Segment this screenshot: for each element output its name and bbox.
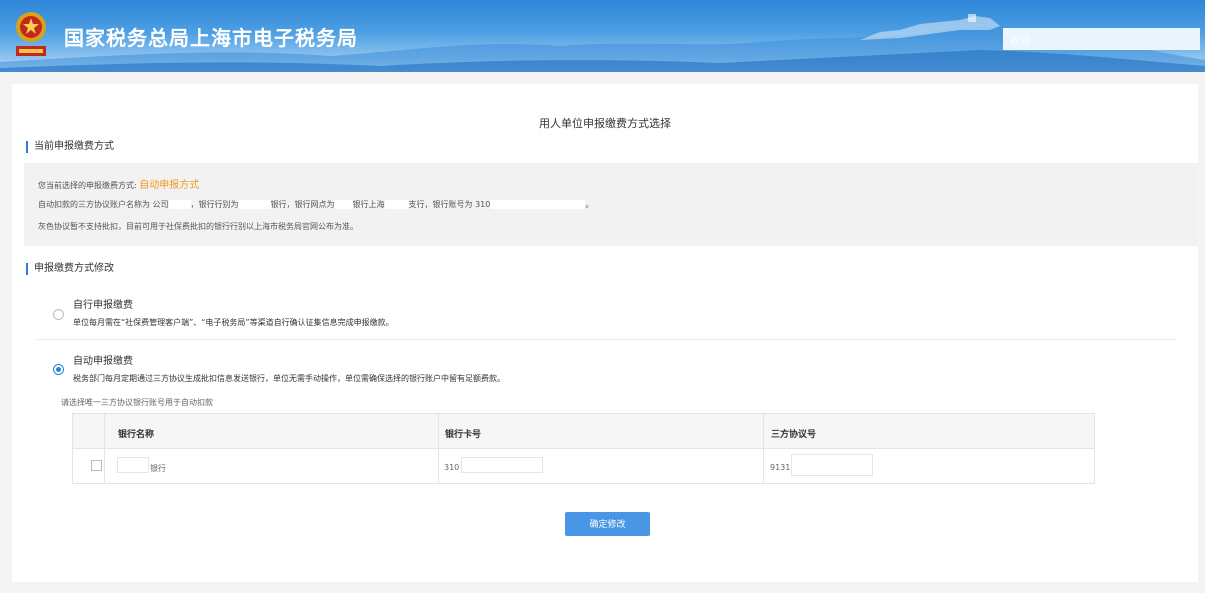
option-self-declare-desc: 单位每月需在“社保费管理客户端”、“电子税务局”等渠道自行确认征集信息完成申报缴… xyxy=(73,318,394,327)
card-number-cell: 310 xyxy=(444,463,460,472)
bank-account-text: 支行，银行账号为 310 xyxy=(408,200,491,209)
account-info-line: 自动扣款的三方协议账户名称为 公司 ，银行行别为 银行，银行网点为 银行上海 支行，银行… xyxy=(38,199,593,210)
option-self-declare-title[interactable]: 自行申报缴费 xyxy=(73,296,133,311)
redacted-mask xyxy=(461,457,543,473)
agreement-number-cell: 9131 xyxy=(770,463,791,472)
tax-emblem-icon xyxy=(16,12,46,56)
column-header-card-number: 银行卡号 xyxy=(445,430,482,440)
option-auto-declare-title[interactable]: 自动申报缴费 xyxy=(73,352,133,367)
redacted-mask xyxy=(117,457,149,473)
column-divider xyxy=(104,414,105,483)
user-info-box xyxy=(1003,28,1200,50)
current-method-value: 自动申报方式 xyxy=(139,180,200,191)
note-line: 灰色协议暂不支持批扣，目前可用于社保费批扣的银行行别以上海市税务局官网公布为准。 xyxy=(38,222,358,231)
bank-type-text: ，银行行别为 xyxy=(190,200,239,209)
bank-city-text: 银行上海 xyxy=(352,200,385,209)
site-title: 国家税务总局上海市电子税务局 xyxy=(64,26,358,50)
radio-auto-declare[interactable] xyxy=(53,364,64,375)
welcome-text: 欢迎 xyxy=(1010,36,1030,47)
column-divider xyxy=(438,414,439,483)
bank-branch-text: 银行，银行网点为 xyxy=(270,200,335,209)
redacted-mask xyxy=(791,454,873,476)
redacted-mask xyxy=(490,200,586,209)
bank-account-table: 银行名称 银行卡号 三方协议号 银行 310 9131 xyxy=(72,413,1095,484)
change-method-heading: 申报缴费方式修改 xyxy=(26,263,114,275)
radio-self-declare[interactable] xyxy=(53,309,64,320)
bank-select-hint: 请选择唯一三方协议银行账号用于自动扣款 xyxy=(61,398,213,407)
option-auto-declare-desc: 税务部门每月定期通过三方协议生成批扣信息发送银行，单位无需手动操作，单位需确保选… xyxy=(73,374,505,383)
redacted-mask xyxy=(384,200,409,209)
table-header: 银行名称 银行卡号 三方协议号 xyxy=(73,414,1094,449)
current-method-heading: 当前申报缴费方式 xyxy=(26,141,114,153)
option-divider xyxy=(37,339,1175,340)
redacted-mask xyxy=(238,200,271,209)
bank-name-cell: 银行 xyxy=(150,464,166,473)
confirm-change-button[interactable]: 确定修改 xyxy=(565,512,650,536)
row-checkbox[interactable] xyxy=(91,460,102,471)
redacted-mask xyxy=(168,200,191,209)
column-divider xyxy=(763,414,764,483)
current-method-label: 您当前选择的申报缴费方式: xyxy=(38,181,137,190)
site-header: 国家税务总局上海市电子税务局 欢迎 xyxy=(0,0,1205,72)
redacted-mask xyxy=(334,200,353,209)
period-text: 。 xyxy=(585,200,594,209)
current-method-info: 您当前选择的申报缴费方式: 自动申报方式 自动扣款的三方协议账户名称为 公司 ，银… xyxy=(24,163,1198,246)
current-method-line: 您当前选择的申报缴费方式: 自动申报方式 xyxy=(38,176,199,191)
account-name-text: 自动扣款的三方协议账户名称为 公司 xyxy=(38,200,169,209)
column-header-agreement-number: 三方协议号 xyxy=(771,430,817,440)
page-title: 用人单位申报缴费方式选择 xyxy=(539,117,671,130)
main-panel: 用人单位申报缴费方式选择 当前申报缴费方式 您当前选择的申报缴费方式: 自动申报… xyxy=(12,84,1198,582)
column-header-bank-name: 银行名称 xyxy=(118,430,155,440)
